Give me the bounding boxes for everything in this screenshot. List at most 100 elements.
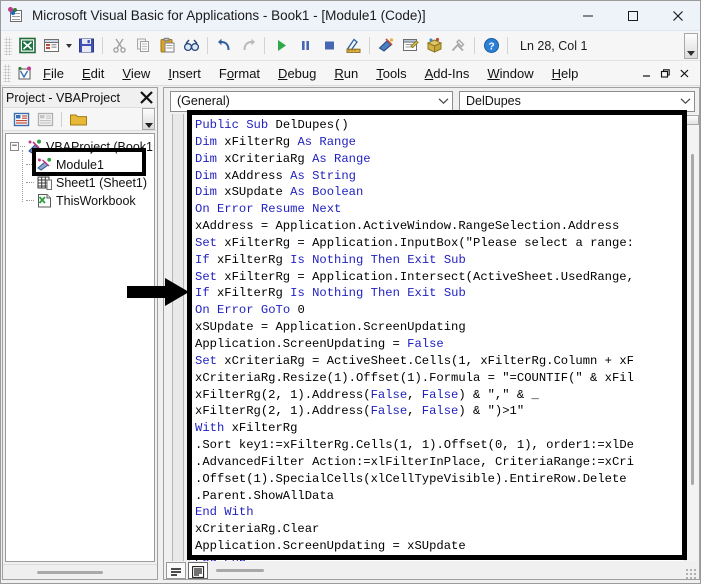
line-column-status: Ln 28, Col 1 (520, 38, 588, 53)
menu-item-edit[interactable]: Edit (73, 64, 113, 83)
vba-editor-window: Microsoft Visual Basic for Applications … (0, 0, 701, 584)
maximize-button[interactable] (610, 1, 655, 31)
insert-dropdown-chevron-down-icon[interactable] (63, 34, 74, 58)
menu-item-file[interactable]: File (34, 64, 73, 83)
code-line: Dim xCriteriaRg As Range (195, 151, 371, 166)
module1-highlight-annotation (32, 148, 146, 176)
code-window: (General) DelDupes Public Sub DelDupes()… (163, 87, 700, 580)
menu-item-tools[interactable]: Tools (367, 64, 415, 83)
mdi-minimize-button[interactable] (637, 63, 656, 83)
scrollbar-thumb[interactable] (691, 154, 694, 485)
code-vertical-scrollbar[interactable] (684, 114, 699, 561)
menu-item-window[interactable]: Window (478, 64, 542, 83)
menu-bar: File Edit View Insert Format Debug Run T… (1, 61, 700, 86)
toolbox-button[interactable] (446, 34, 470, 58)
paste-button[interactable] (155, 34, 179, 58)
code-line: xSUpdate = Application.ScreenUpdating (195, 320, 466, 335)
code-line: Dim xSUpdate As Boolean (195, 185, 364, 200)
view-excel-button[interactable] (15, 34, 39, 58)
object-browser-button[interactable] (422, 34, 446, 58)
procedure-view-button[interactable] (166, 562, 186, 579)
menu-item-add-ins[interactable]: Add-Ins (416, 64, 479, 83)
design-mode-button[interactable] (341, 34, 365, 58)
project-toolbar-separator (61, 111, 62, 127)
tree-item-label: Sheet1 (Sheet1) (56, 175, 148, 190)
break-button[interactable] (293, 34, 317, 58)
code-line: Set xFilterRg = Application.Intersect(Ac… (195, 269, 634, 284)
code-line: xCriteriaRg.Clear (195, 522, 320, 537)
project-tree-horizontal-scrollbar[interactable] (3, 564, 157, 579)
toolbar-overflow-button[interactable] (684, 32, 698, 59)
minimize-button[interactable] (565, 1, 610, 31)
mdi-close-button[interactable] (675, 63, 694, 83)
tree-connector (26, 182, 34, 183)
scrollbar-cap[interactable] (686, 115, 699, 125)
tree-item-sheet1[interactable]: Sheet1 (Sheet1) (26, 174, 147, 191)
code-line: Set xFilterRg = Application.InputBox("Pl… (195, 235, 634, 250)
code-margin-indicator-bar (164, 114, 190, 561)
folder-icon[interactable] (66, 108, 90, 130)
menu-item-help[interactable]: Help (543, 64, 588, 83)
worksheet-icon (36, 175, 53, 190)
menu-item-view[interactable]: View (113, 64, 159, 83)
properties-window-button[interactable] (398, 34, 422, 58)
toolbar-separator (474, 37, 475, 54)
code-window-footer (164, 561, 699, 579)
window-controls (565, 1, 700, 31)
copy-button[interactable] (131, 34, 155, 58)
view-code-icon[interactable] (9, 108, 33, 130)
project-toolbar-overflow-button[interactable] (142, 108, 155, 130)
help-button[interactable]: ? (479, 34, 503, 58)
chevron-down-icon[interactable] (434, 97, 452, 105)
reset-button[interactable] (317, 34, 341, 58)
project-tree[interactable]: − VBAProject (Book1 Module1 Sheet1 (Shee… (5, 133, 155, 562)
vba-control-icon[interactable] (14, 62, 34, 84)
full-module-view-button[interactable] (188, 562, 208, 579)
code-line: .Sort key1:=xFilterRg.Cells(1, 1).Offset… (195, 438, 634, 453)
menubar-grip[interactable] (3, 64, 11, 82)
object-dropdown[interactable]: (General) (170, 90, 453, 112)
menu-item-run[interactable]: Run (325, 64, 367, 83)
tree-item-thisworkbook[interactable]: ThisWorkbook (26, 192, 136, 209)
project-explorer-button[interactable] (374, 34, 398, 58)
find-button[interactable] (179, 34, 203, 58)
view-object-icon[interactable] (33, 108, 57, 130)
cut-button[interactable] (107, 34, 131, 58)
code-horizontal-scrollbar[interactable] (214, 562, 697, 579)
redo-button[interactable] (236, 34, 260, 58)
code-line: Application.ScreenUpdating = False (195, 336, 444, 351)
menu-item-format[interactable]: Format (210, 64, 269, 83)
tree-connector (26, 200, 34, 201)
code-line: If xFilterRg Is Nothing Then Exit Sub (195, 252, 466, 267)
vba-icon (8, 6, 26, 25)
code-text[interactable]: Public Sub DelDupes() Dim xFilterRg As Ra… (195, 117, 684, 561)
scrollbar-thumb[interactable] (216, 569, 264, 572)
window-resize-grip[interactable] (685, 568, 697, 580)
save-button[interactable] (74, 34, 98, 58)
project-explorer-title: Project - VBAProject (6, 90, 120, 105)
code-line: With xFilterRg (195, 421, 298, 436)
procedure-dropdown[interactable]: DelDupes (459, 90, 695, 112)
menu-item-debug[interactable]: Debug (269, 64, 325, 83)
code-line: .AdvancedFilter Action:=xlFilterInPlace,… (195, 454, 634, 469)
code-line: On Error GoTo 0 (195, 303, 305, 318)
code-line: On Error Resume Next (195, 202, 342, 217)
tree-expander-icon[interactable]: − (10, 142, 19, 151)
undo-button[interactable] (212, 34, 236, 58)
close-button[interactable] (655, 1, 700, 31)
run-button[interactable] (269, 34, 293, 58)
toolbar-grip[interactable] (4, 36, 12, 55)
toolbar-separator (264, 37, 265, 54)
code-window-dropdowns: (General) DelDupes (164, 88, 699, 114)
mdi-restore-button[interactable] (656, 63, 675, 83)
project-explorer-close-icon[interactable] (138, 89, 155, 106)
project-explorer-panel: Project - VBAProject − VBAProject (Book1… (2, 87, 158, 580)
code-editor[interactable]: Public Sub DelDupes() Dim xFilterRg As Ra… (190, 114, 684, 561)
chevron-down-icon[interactable] (676, 97, 694, 105)
insert-userform-button[interactable] (39, 34, 63, 58)
title-bar: Microsoft Visual Basic for Applications … (1, 1, 700, 31)
standard-toolbar: ? Ln 28, Col 1 (1, 31, 700, 61)
scrollbar-thumb[interactable] (36, 571, 104, 574)
menu-item-insert[interactable]: Insert (159, 64, 210, 83)
code-line: xFilterRg(2, 1).Address(False, False) & … (195, 404, 525, 419)
